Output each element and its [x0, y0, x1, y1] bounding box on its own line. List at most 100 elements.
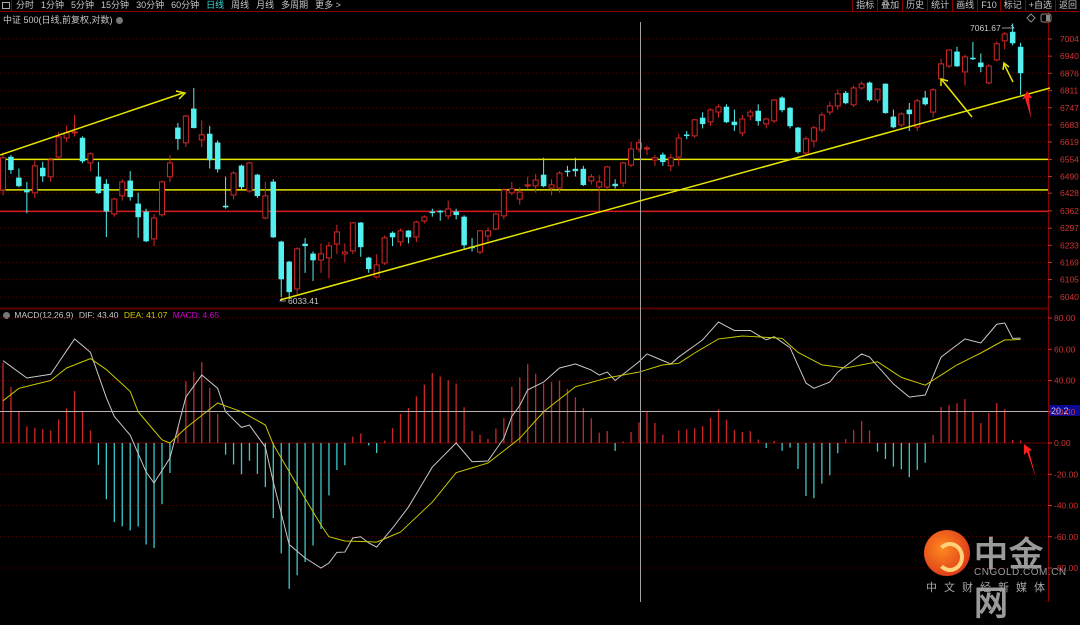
- candle-body: [660, 154, 666, 163]
- candle-body: [0, 157, 6, 191]
- candle-body: [47, 159, 54, 178]
- candle: [79, 136, 86, 164]
- price-tick-label: 6554: [1060, 154, 1079, 164]
- candle-body: [802, 138, 809, 154]
- candle-body: [675, 137, 682, 158]
- candle: [119, 179, 126, 201]
- candle-body: [699, 117, 706, 125]
- candle-body: [310, 253, 316, 261]
- candle: [389, 231, 396, 247]
- candle-body: [318, 253, 324, 261]
- price-tick-label: 6876: [1060, 68, 1079, 78]
- candle-body: [206, 133, 213, 161]
- diamond-icon[interactable]: [1026, 13, 1036, 23]
- candle: [358, 222, 364, 257]
- candle: [492, 212, 499, 231]
- candle: [214, 140, 221, 173]
- price-tick-label: 6040: [1060, 292, 1079, 302]
- candle-body: [358, 222, 364, 248]
- candle-body: [834, 93, 841, 107]
- candle: [985, 64, 992, 85]
- candle-body: [79, 137, 86, 162]
- candle-body: [55, 136, 62, 158]
- candle: [151, 214, 158, 247]
- price-tick-label: 7004: [1060, 34, 1079, 44]
- candle: [87, 152, 94, 172]
- candle: [643, 145, 650, 156]
- candle: [548, 179, 555, 196]
- candle: [675, 133, 682, 166]
- red-arrow-macd-icon: [1024, 444, 1036, 478]
- candle: [850, 85, 857, 107]
- candle: [866, 81, 873, 102]
- candle-body: [262, 195, 269, 219]
- candle-body: [246, 162, 253, 192]
- candle-body: [429, 211, 436, 214]
- candle-body: [691, 119, 698, 137]
- candle: [691, 119, 698, 138]
- candle: [612, 179, 618, 189]
- candle-body: [349, 222, 356, 252]
- candle: [572, 157, 579, 177]
- candle-body: [413, 221, 420, 238]
- candle-body: [556, 172, 563, 189]
- candle-body: [763, 118, 770, 125]
- candle: [397, 228, 404, 247]
- candle-body: [540, 174, 547, 187]
- candle: [71, 114, 78, 137]
- candle-body: [667, 157, 674, 167]
- candle: [270, 179, 277, 239]
- candle-body: [842, 92, 849, 104]
- candle-body: [572, 168, 579, 172]
- candle-body: [127, 180, 133, 198]
- candle: [731, 109, 738, 132]
- candle: [930, 88, 937, 118]
- candle-body: [874, 88, 881, 101]
- candle-body: [612, 183, 618, 187]
- candle-body: [333, 231, 340, 245]
- candle: [604, 165, 611, 190]
- candle-body: [397, 230, 404, 243]
- logo-url: CNGOLD.COM.CN: [974, 567, 1067, 578]
- candle-body: [254, 174, 261, 197]
- candle: [914, 98, 921, 132]
- candle: [771, 98, 778, 124]
- price-tick-label: 6811: [1060, 86, 1079, 96]
- candle: [182, 114, 189, 148]
- logo-tagline: 中文财经新媒体: [926, 582, 1052, 594]
- candle: [580, 165, 587, 186]
- horizontal-levels: [0, 158, 1048, 213]
- candle-body: [87, 153, 94, 164]
- candle-body: [182, 115, 189, 144]
- chart-canvas[interactable]: 20.2 7061.67 6033.41 7004694068766811674…: [0, 0, 1080, 602]
- candle-body: [294, 248, 301, 290]
- price-tick-label: 6428: [1060, 188, 1079, 198]
- candle-body: [166, 162, 173, 178]
- candle: [683, 131, 690, 140]
- candle: [302, 238, 308, 273]
- candle-body: [683, 134, 690, 137]
- candle-body: [198, 134, 205, 141]
- candle-body: [278, 241, 284, 280]
- candle-body: [993, 43, 1000, 61]
- candle-body: [24, 189, 30, 193]
- candle: [946, 49, 953, 69]
- candle: [802, 136, 809, 156]
- candle-body: [1009, 31, 1016, 44]
- candle: [24, 181, 30, 214]
- price-tick-label: 6105: [1060, 275, 1079, 285]
- candle: [954, 46, 960, 67]
- price-tick-label: 6233: [1060, 240, 1079, 250]
- price-tick-label: 6619: [1060, 137, 1079, 147]
- y-axis: 7004 6940 6876 6811 6747 6683 6619 6554 6490 6428…: [1048, 34, 1079, 573]
- candle: [286, 260, 292, 299]
- candle-body: [970, 57, 976, 60]
- candle-body: [230, 172, 237, 196]
- candle: [8, 155, 14, 174]
- candle: [318, 243, 324, 273]
- candle: [477, 230, 483, 255]
- macd-tick-label: 20.00: [1054, 407, 1076, 417]
- candle: [842, 90, 849, 105]
- candle-body: [747, 111, 754, 117]
- candle-body: [119, 181, 126, 197]
